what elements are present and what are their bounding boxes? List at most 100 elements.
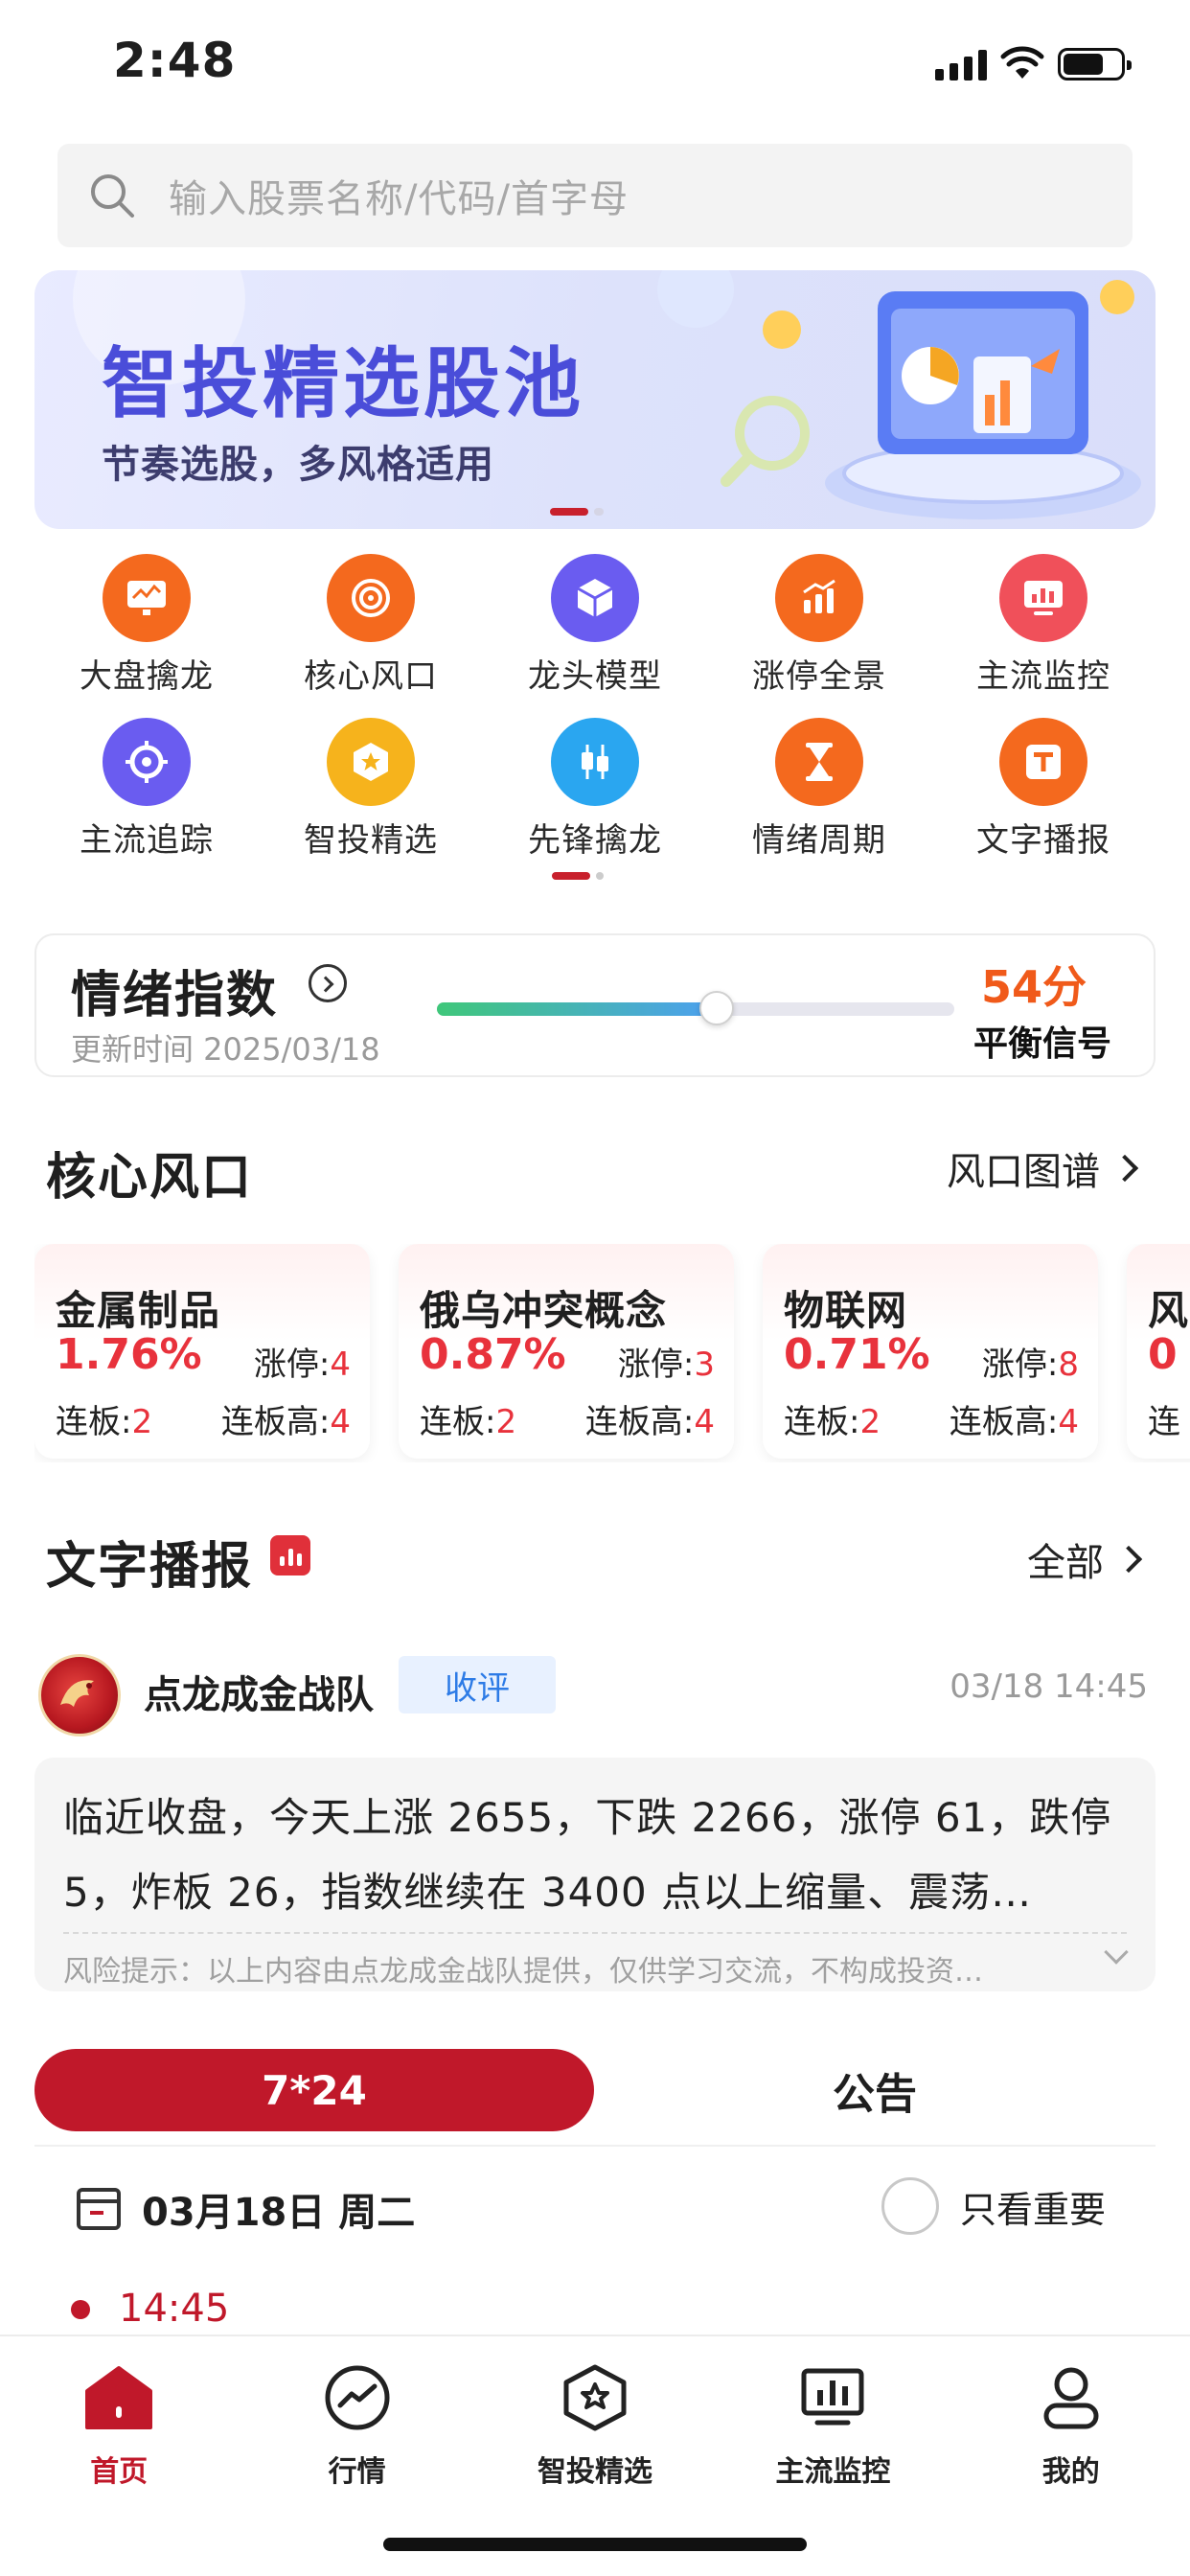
search-input-placeholder: 输入股票名称/代码/首字母: [169, 177, 629, 221]
expand-chevron-icon[interactable]: [1104, 1940, 1129, 1965]
sector-card-partial[interactable]: 风 0 连: [1127, 1244, 1190, 1459]
quick-item-label: 大盘擒龙: [80, 657, 214, 696]
chevron-right-icon: [1110, 1154, 1139, 1183]
star-badge-icon: [327, 718, 415, 806]
sector-consecutive-high: 连板高:4: [221, 1395, 351, 1442]
nav-market[interactable]: 行情: [238, 2359, 475, 2490]
broadcast-more-link[interactable]: 全部: [1027, 1531, 1143, 1587]
post-content-box[interactable]: 临近收盘，今天上涨 2655，下跌 2266，涨停 61，跌停 5，炸板 26，…: [34, 1758, 1156, 1991]
quick-item-zhitou-jingxuan[interactable]: 智投精选: [259, 718, 483, 861]
consecutive-high-label: 连板高:: [949, 1403, 1059, 1441]
quick-item-xianfeng-qinlong[interactable]: 先锋擒龙: [483, 718, 707, 861]
sentiment-index-card[interactable]: 情绪指数 更新时间 2025/03/18 54分 平衡信号: [34, 933, 1156, 1077]
live-bars-icon: [270, 1535, 310, 1576]
tab-7x24[interactable]: 7*24: [34, 2049, 594, 2131]
important-only-toggle[interactable]: 只看重要: [881, 2177, 1106, 2235]
search-icon: [91, 174, 134, 218]
quick-item-zhangting-quanjing[interactable]: 涨停全景: [707, 554, 931, 697]
core-cards-scroller[interactable]: 金属制品 1.76% 涨停:4 连板:2 连板高:4 俄乌冲突概念 0.87% …: [34, 1244, 1190, 1462]
consecutive-label: 连板:: [56, 1403, 132, 1441]
quick-item-wenzi-bobao[interactable]: 文字播报: [931, 718, 1156, 861]
quick-item-longtou-moxing[interactable]: 龙头模型: [483, 554, 707, 697]
sector-card[interactable]: 金属制品 1.76% 涨停:4 连板:2 连板高:4: [34, 1244, 370, 1459]
timeline-date: 03月18日 周二: [142, 2191, 416, 2235]
quick-item-label: 情绪周期: [752, 821, 886, 860]
quick-menu-pagination: [552, 872, 604, 880]
limit-up-label: 涨停:: [617, 1346, 695, 1384]
candlestick-icon: [551, 718, 639, 806]
timeline-date-row[interactable]: 03月18日 周二: [77, 2181, 415, 2237]
nav-label: 智投精选: [537, 2455, 652, 2489]
core-section-title: 核心风口: [46, 1149, 254, 1207]
nav-profile[interactable]: 我的: [952, 2359, 1190, 2490]
pentagon-star-icon: [557, 2359, 633, 2436]
post-tag: 收评: [399, 1656, 556, 1714]
crosshair-icon: [103, 718, 191, 806]
author-name[interactable]: 点龙成金战队: [144, 1664, 374, 1719]
nav-zhitou[interactable]: 智投精选: [476, 2359, 714, 2490]
quick-item-hexin-fengkou[interactable]: 核心风口: [259, 554, 483, 697]
quick-item-zhuliu-zhuizong[interactable]: 主流追踪: [34, 718, 259, 861]
consecutive-high-count: 4: [1058, 1403, 1079, 1441]
consecutive-high-label: 连板高:: [220, 1403, 331, 1441]
consecutive-high-count: 4: [330, 1403, 351, 1441]
tab-announcements[interactable]: 公告: [594, 2049, 1156, 2131]
nav-monitor[interactable]: 主流监控: [714, 2359, 951, 2490]
quick-item-zhuliu-jiankong[interactable]: 主流监控: [931, 554, 1156, 697]
quick-item-qingxu-zhouqi[interactable]: 情绪周期: [707, 718, 931, 861]
sentiment-score: 54分: [980, 961, 1087, 1013]
limit-up-count: 4: [330, 1346, 351, 1384]
radio-button[interactable]: [881, 2177, 939, 2235]
timeline-entry-time: 14:45: [119, 2287, 230, 2331]
sector-name: 金属制品: [56, 1287, 221, 1334]
limit-up-label: 涨停:: [981, 1346, 1059, 1384]
sector-consecutive: 连板:2: [784, 1395, 881, 1442]
text-card-icon: [999, 718, 1087, 806]
nav-home[interactable]: 首页: [0, 2359, 238, 2490]
banner-pagination: [550, 508, 604, 516]
sector-limit-up: 涨停:4: [254, 1338, 351, 1385]
sentiment-updated-time: 更新时间 2025/03/18: [71, 1031, 380, 1068]
quick-item-label: 涨停全景: [752, 657, 886, 696]
core-more-label: 风口图谱: [947, 1150, 1100, 1194]
quick-item-dapan-qinlong[interactable]: 大盘擒龙: [34, 554, 259, 697]
quick-item-label: 主流追踪: [80, 821, 214, 860]
analytics-dashboard-illustration: [657, 270, 1141, 519]
sector-change-pct: 0: [1148, 1330, 1178, 1379]
sector-limit-up: 涨停:3: [618, 1338, 715, 1385]
sector-card[interactable]: 俄乌冲突概念 0.87% 涨停:3 连板:2 连板高:4: [399, 1244, 734, 1459]
limit-up-count: 8: [1058, 1346, 1079, 1384]
banner-subtitle: 节奏选股，多风格适用: [102, 443, 494, 487]
sentiment-gauge-knob: [698, 991, 734, 1025]
sector-consecutive: 连板:2: [420, 1395, 516, 1442]
status-time: 2:48: [113, 33, 237, 88]
promo-banner[interactable]: 智投精选股池 节奏选股，多风格适用: [34, 270, 1156, 529]
sentiment-title: 情绪指数: [71, 967, 279, 1024]
monitor-bars-icon: [794, 2359, 871, 2436]
broadcast-section-title: 文字播报: [46, 1538, 254, 1596]
target-icon: [327, 554, 415, 642]
info-chevron-icon[interactable]: [309, 964, 347, 1002]
sector-card[interactable]: 物联网 0.71% 涨停:8 连板:2 连板高:4: [763, 1244, 1098, 1459]
core-more-link[interactable]: 风口图谱: [947, 1140, 1139, 1196]
risk-disclaimer: 风险提示：以上内容由点龙成金战队提供，仅供学习交流，不构成投资…: [63, 1955, 983, 1989]
search-bar[interactable]: 输入股票名称/代码/首字母: [57, 144, 1133, 247]
sector-change-pct: 1.76%: [56, 1330, 202, 1379]
consecutive-count: 2: [859, 1403, 881, 1441]
consecutive-count: 2: [495, 1403, 517, 1441]
quick-menu-grid: 大盘擒龙 核心风口 龙头模型 涨停全景 主流监控 主流追踪 智投精选 先锋擒龙 …: [34, 554, 1156, 861]
quick-item-label: 文字播报: [976, 821, 1110, 860]
quick-item-label: 核心风口: [304, 657, 438, 696]
profile-icon: [1033, 2359, 1110, 2436]
broadcast-more-label: 全部: [1027, 1541, 1104, 1585]
sector-name: 物联网: [784, 1287, 908, 1334]
important-only-label: 只看重要: [959, 2188, 1106, 2231]
sector-consecutive-high: 连板高:4: [950, 1395, 1079, 1442]
sector-name: 风: [1148, 1287, 1190, 1334]
cellular-signal-icon: [935, 48, 987, 80]
nav-label: 首页: [90, 2455, 149, 2489]
author-avatar[interactable]: [38, 1654, 121, 1736]
sector-consecutive: 连: [1148, 1395, 1180, 1442]
monitor-chart-icon: [103, 554, 191, 642]
sector-consecutive-high: 连板高:4: [585, 1395, 715, 1442]
